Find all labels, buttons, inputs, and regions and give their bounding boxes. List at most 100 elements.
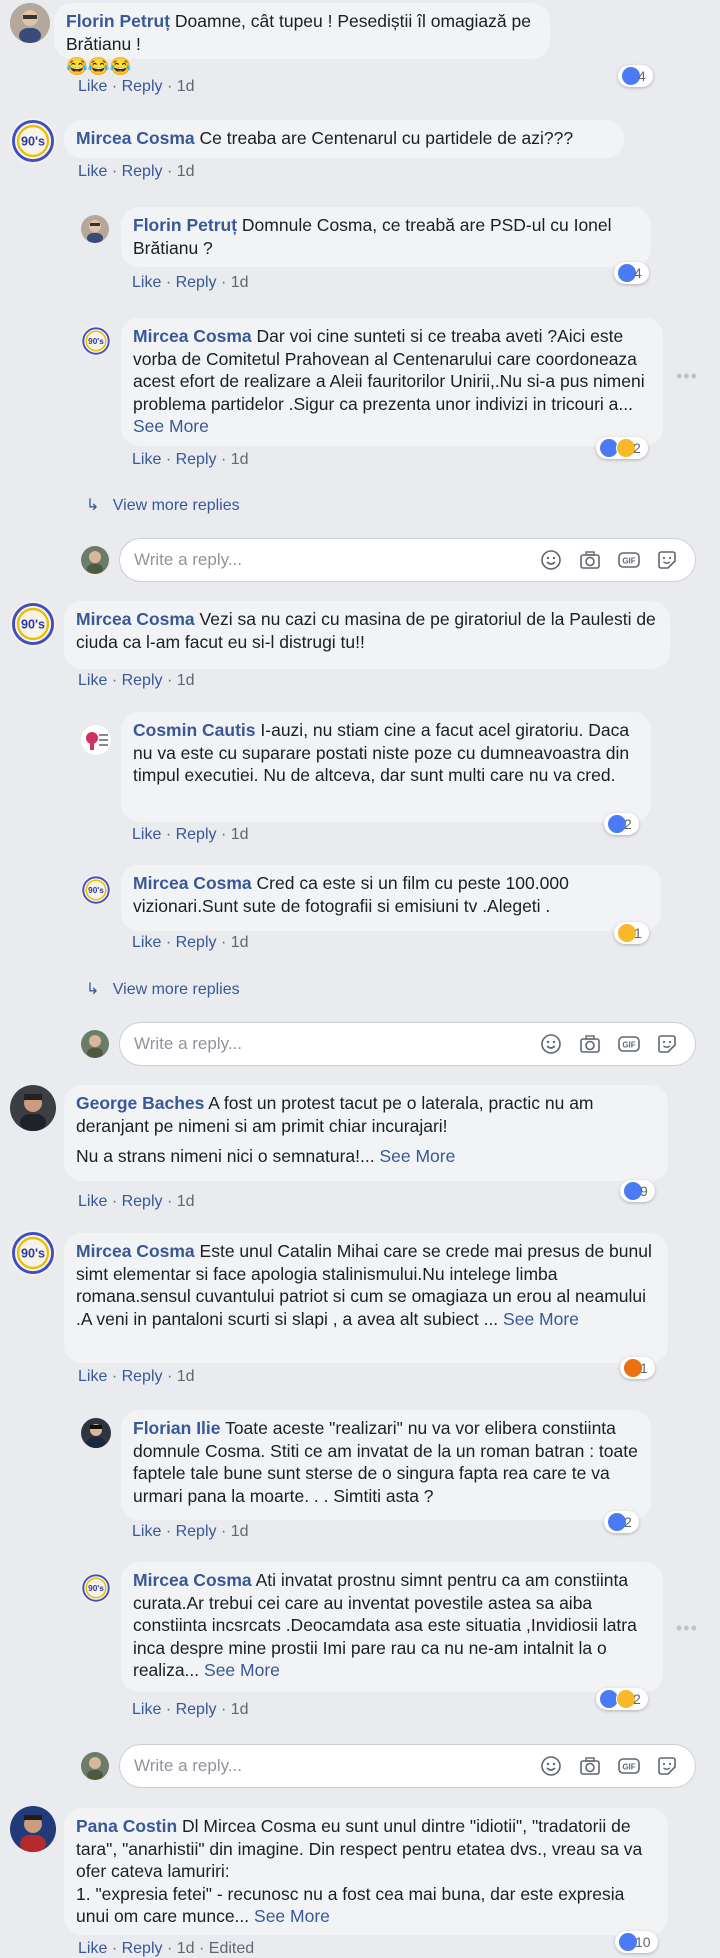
avatar[interactable]: [81, 326, 111, 356]
like-link[interactable]: Like: [132, 451, 161, 468]
timestamp[interactable]: 1d: [231, 1701, 249, 1718]
avatar-image: [10, 1085, 56, 1131]
timestamp[interactable]: 1d: [177, 78, 195, 95]
reaction-count[interactable]: 2: [604, 813, 639, 835]
reply-input[interactable]: Write a reply... GIF: [119, 538, 696, 582]
reply-link[interactable]: Reply: [176, 1701, 217, 1718]
more-options-icon[interactable]: •••: [676, 366, 698, 387]
timestamp[interactable]: 1d: [231, 1523, 249, 1540]
reaction-count[interactable]: 2: [604, 1511, 639, 1533]
gif-icon[interactable]: GIF: [617, 548, 641, 572]
comment-author[interactable]: Pana Costin: [76, 1816, 177, 1836]
reaction-count[interactable]: 1: [620, 1357, 655, 1379]
reaction-count[interactable]: 10: [615, 1931, 658, 1953]
reaction-count[interactable]: 9: [620, 1180, 655, 1202]
avatar[interactable]: [81, 1573, 111, 1603]
reply-placeholder: Write a reply...: [134, 550, 243, 569]
comment-author[interactable]: Florian Ilie: [133, 1418, 221, 1438]
reply-link[interactable]: Reply: [122, 78, 163, 95]
timestamp[interactable]: 1d: [231, 934, 249, 951]
view-more-replies[interactable]: ↳ View more replies: [86, 979, 240, 999]
timestamp[interactable]: 1d: [177, 163, 195, 180]
timestamp[interactable]: 1d: [231, 274, 249, 291]
more-options-icon[interactable]: •••: [676, 1618, 698, 1639]
see-more-link[interactable]: See More: [379, 1146, 455, 1166]
reply-link[interactable]: Reply: [176, 451, 217, 468]
timestamp[interactable]: 1d: [231, 826, 249, 843]
reaction-count[interactable]: 4: [618, 65, 653, 87]
reaction-count[interactable]: 1: [614, 922, 649, 944]
see-more-link[interactable]: See More: [503, 1309, 579, 1329]
like-link[interactable]: Like: [78, 672, 107, 689]
camera-icon[interactable]: [578, 1032, 602, 1056]
reply-placeholder: Write a reply...: [134, 1034, 243, 1053]
avatar[interactable]: [81, 215, 109, 243]
gif-icon[interactable]: GIF: [617, 1754, 641, 1778]
like-link[interactable]: Like: [132, 274, 161, 291]
emoji-icon[interactable]: [539, 1032, 563, 1056]
like-link[interactable]: Like: [78, 1193, 107, 1210]
comment-author[interactable]: Mircea Cosma: [76, 128, 195, 148]
avatar-image: [81, 1418, 111, 1448]
like-link[interactable]: Like: [132, 826, 161, 843]
comment-author[interactable]: George Baches: [76, 1093, 204, 1113]
avatar[interactable]: [81, 875, 111, 905]
sticker-icon[interactable]: [655, 548, 679, 572]
avatar[interactable]: [10, 118, 56, 164]
comment-author[interactable]: Mircea Cosma: [76, 609, 195, 629]
reply-link[interactable]: Reply: [122, 163, 163, 180]
see-more-link[interactable]: See More: [254, 1906, 330, 1926]
comment-text: Ce treaba are Centenarul cu partidele de…: [199, 128, 574, 148]
see-more-link[interactable]: See More: [133, 416, 209, 436]
comment-author[interactable]: Mircea Cosma: [76, 1241, 195, 1261]
reply-input[interactable]: Write a reply... GIF: [119, 1022, 696, 1066]
like-link[interactable]: Like: [132, 934, 161, 951]
reaction-count[interactable]: 2: [596, 437, 648, 459]
timestamp[interactable]: 1d: [231, 451, 249, 468]
camera-icon[interactable]: [578, 548, 602, 572]
like-link[interactable]: Like: [132, 1701, 161, 1718]
sticker-icon[interactable]: [655, 1032, 679, 1056]
emoji-icon[interactable]: [539, 1754, 563, 1778]
like-link[interactable]: Like: [78, 1368, 107, 1385]
emoji-icon[interactable]: [539, 548, 563, 572]
reply-link[interactable]: Reply: [122, 1193, 163, 1210]
reply-link[interactable]: Reply: [122, 1368, 163, 1385]
avatar[interactable]: [10, 1806, 56, 1852]
see-more-link[interactable]: See More: [204, 1660, 280, 1680]
reaction-number: 1: [640, 1360, 648, 1376]
like-link[interactable]: Like: [78, 78, 107, 95]
avatar[interactable]: [81, 725, 111, 755]
reaction-number: 4: [638, 68, 646, 84]
reply-link[interactable]: Reply: [122, 672, 163, 689]
timestamp[interactable]: 1d: [177, 1193, 195, 1210]
avatar[interactable]: [10, 1085, 56, 1131]
avatar[interactable]: [10, 1230, 56, 1276]
avatar: [81, 1030, 109, 1058]
timestamp[interactable]: 1d: [177, 1368, 195, 1385]
reply-link[interactable]: Reply: [176, 1523, 217, 1540]
avatar[interactable]: [10, 3, 50, 43]
reply-link[interactable]: Reply: [176, 274, 217, 291]
reply-link[interactable]: Reply: [176, 934, 217, 951]
comment-author[interactable]: Florin Petruț: [66, 11, 170, 31]
timestamp[interactable]: 1d: [177, 672, 195, 689]
avatar[interactable]: [81, 1418, 111, 1448]
comment-author[interactable]: Cosmin Cautis: [133, 720, 256, 740]
like-link[interactable]: Like: [78, 163, 107, 180]
comment-author[interactable]: Mircea Cosma: [133, 873, 252, 893]
sticker-icon[interactable]: [655, 1754, 679, 1778]
comment-author[interactable]: Mircea Cosma: [133, 1570, 252, 1590]
reaction-count[interactable]: 2: [596, 1688, 648, 1710]
comment-author[interactable]: Mircea Cosma: [133, 326, 252, 346]
like-link[interactable]: Like: [132, 1523, 161, 1540]
comment-bubble: Mircea Cosma Ce treaba are Centenarul cu…: [64, 120, 624, 158]
gif-icon[interactable]: GIF: [617, 1032, 641, 1056]
reply-input[interactable]: Write a reply... GIF: [119, 1744, 696, 1788]
reaction-count[interactable]: 4: [614, 262, 649, 284]
camera-icon[interactable]: [578, 1754, 602, 1778]
comment-author[interactable]: Florin Petruț: [133, 215, 237, 235]
view-more-replies[interactable]: ↳ View more replies: [86, 495, 240, 515]
avatar[interactable]: [10, 601, 56, 647]
reply-link[interactable]: Reply: [176, 826, 217, 843]
